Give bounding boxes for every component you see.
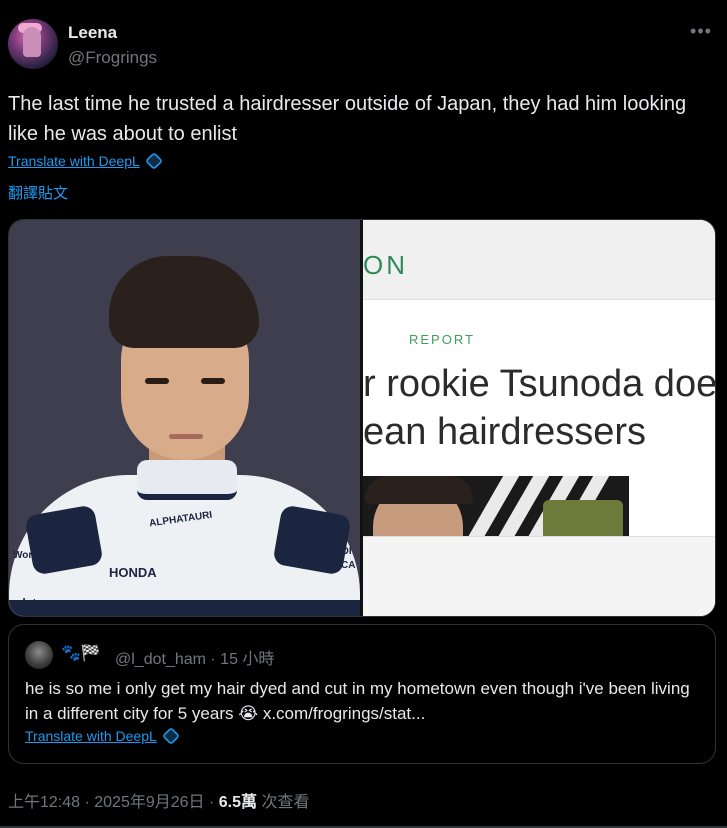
deepl-icon [144,151,163,171]
article-headline-line1: r rookie Tsunoda doe [363,363,716,405]
article-header-bar: ON [363,220,715,300]
post-text: The last time he trusted a hairdresser o… [8,93,687,145]
translate-post-link[interactable]: 翻譯貼文 [8,182,68,203]
view-count: 6.5萬 [218,794,258,811]
suit-text-ca: CA [341,560,356,571]
portrait-suit-panel-right [272,504,352,576]
photo-hair [365,476,473,504]
portrait-suit-panel-left [24,504,104,576]
portrait-eye [201,378,225,384]
quote-handle-time[interactable]: @l_dot_ham · 15 小時 [115,645,274,669]
more-horizontal-icon[interactable]: ••• [689,21,713,41]
view-count-label: 次查看 [257,794,310,811]
portrait-eye [145,378,169,384]
avatar[interactable] [8,19,58,69]
quote-translate-label: Translate with DeepL [25,728,157,744]
quote-badges: 🐾🏁 [61,645,101,662]
article-footer-area [363,536,715,616]
quote-avatar[interactable] [25,641,53,669]
translate-deepl-link[interactable]: Translate with DeepL [8,151,163,171]
photo-green-object [543,500,623,536]
post-meta: 上午12:48 · 2025年9月26日 · 6.5萬 次查看 [8,788,309,812]
media-image-article[interactable]: ON REPORT r rookie Tsunoda doe ean haird… [363,220,716,616]
portrait-suit-band [9,600,360,616]
quote-text: he is so me i only get my hair dyed and … [25,679,690,723]
translate-label: Translate with DeepL [8,153,140,169]
suit-text-edi: EDI [335,546,352,557]
handle[interactable]: @Frogrings [68,48,157,68]
tweet: Leena @Frogrings ••• The last time he tr… [0,0,727,828]
deepl-icon [161,726,180,746]
tweet-header: Leena @Frogrings ••• [8,19,719,71]
quoted-post[interactable]: 🐾🏁 @l_dot_ham · 15 小時 he is so me i only… [8,624,716,764]
article-category: REPORT [409,332,475,347]
media-grid: ALPHATAURI HONDA World EDI CA ndstau ON … [8,219,716,617]
suit-text-honda: HONDA [109,565,157,580]
article-headline: r rookie Tsunoda doe ean hairdressers [363,360,716,456]
quote-translate-deepl-link[interactable]: Translate with DeepL [25,726,180,746]
portrait-mouth [169,434,203,439]
article-logo: ON [363,250,408,280]
portrait-collar [137,460,237,500]
article-headline-line2: ean hairdressers [363,411,647,453]
avatar-figure [23,27,41,57]
portrait-hair [109,256,259,348]
media-image-portrait[interactable]: ALPHATAURI HONDA World EDI CA ndstau [9,220,360,616]
display-name[interactable]: Leena [68,23,117,43]
suit-text-world: World [13,550,42,561]
post-timestamp[interactable]: 上午12:48 · 2025年9月26日 · [8,794,219,811]
article-photo [363,476,629,536]
suit-text-ndstau: ndstau [11,596,51,610]
